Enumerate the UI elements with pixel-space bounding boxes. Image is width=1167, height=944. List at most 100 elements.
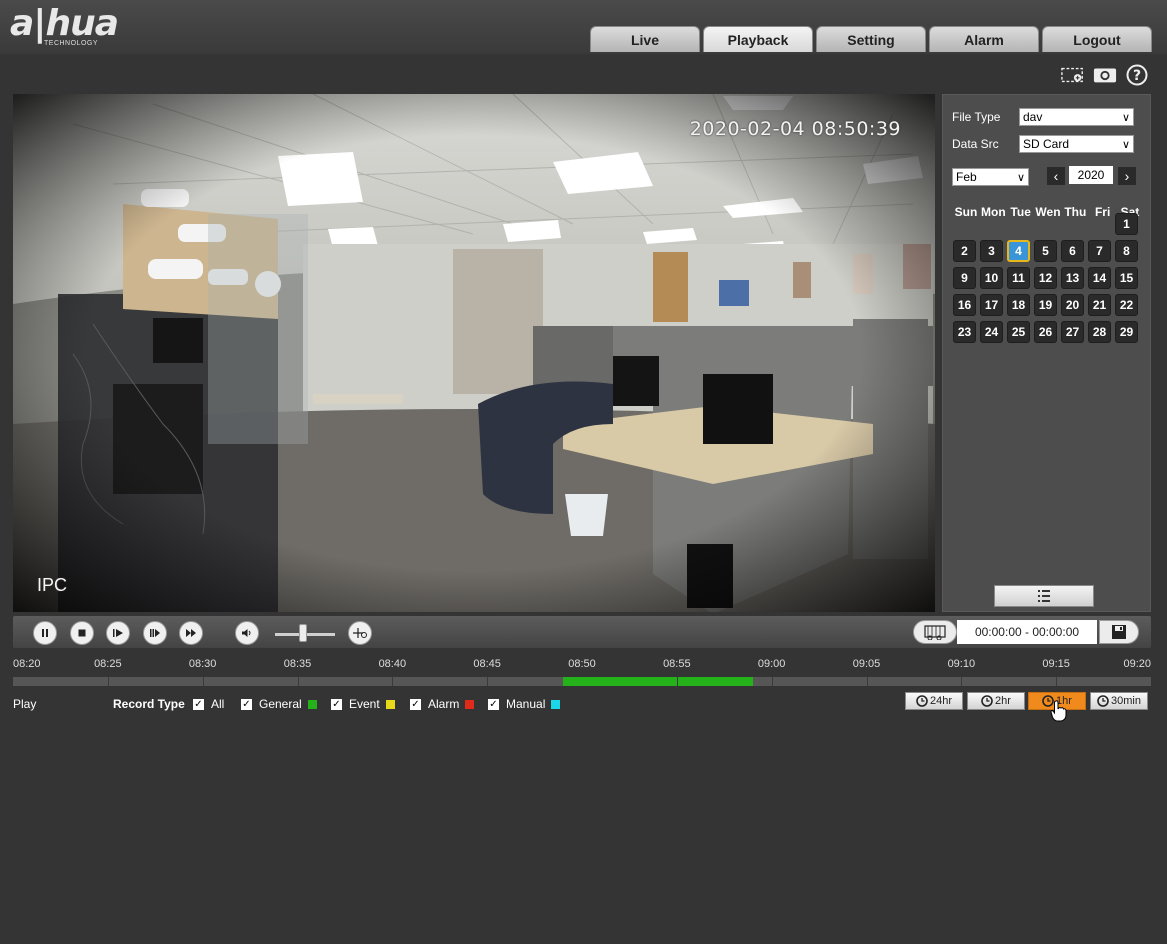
file-type-select[interactable]: dav ∨ — [1019, 108, 1134, 126]
timeline-tick-label: 08:50 — [568, 658, 596, 670]
checkbox-icon[interactable]: ✓ — [241, 698, 252, 710]
timeline-tick-label: 08:55 — [663, 658, 691, 670]
checkbox-icon[interactable]: ✓ — [193, 698, 204, 710]
weekday-label: Sun — [954, 205, 978, 219]
calendar-day[interactable]: 11 — [1007, 267, 1030, 289]
calendar-day[interactable]: 23 — [953, 321, 976, 343]
calendar-day[interactable]: 9 — [953, 267, 976, 289]
pause-button[interactable] — [33, 621, 57, 645]
weekday-label: Wen — [1035, 205, 1061, 219]
timeline-recording-segment[interactable] — [563, 677, 753, 686]
record-type-label: Record Type — [113, 697, 185, 711]
record-type-general[interactable]: ✓ General — [241, 697, 317, 711]
calendar-day[interactable]: 27 — [1061, 321, 1084, 343]
file-list-button[interactable] — [994, 585, 1094, 607]
calendar-day[interactable]: 19 — [1034, 294, 1057, 316]
calendar-day[interactable]: 17 — [980, 294, 1003, 316]
zoom-24hr-button[interactable]: 24hr — [905, 692, 963, 710]
calendar-day[interactable]: 10 — [980, 267, 1003, 289]
chevron-down-icon: ∨ — [1016, 172, 1025, 184]
header: a|hua TECHNOLOGY Live Playback Setting A… — [0, 0, 1167, 54]
svg-text:?: ? — [1133, 68, 1141, 84]
record-type-all[interactable]: ✓ All — [193, 697, 224, 711]
checkbox-icon[interactable]: ✓ — [410, 698, 421, 710]
checkbox-icon[interactable]: ✓ — [331, 698, 342, 710]
calendar-day[interactable]: 14 — [1088, 267, 1111, 289]
calendar-day[interactable]: 5 — [1034, 240, 1057, 262]
calendar-day[interactable]: 2 — [953, 240, 976, 262]
help-icon[interactable]: ? — [1125, 64, 1149, 86]
calendar-day[interactable]: 3 — [980, 240, 1003, 262]
month-value: Feb — [956, 170, 977, 184]
timeline-bar[interactable] — [13, 677, 1151, 686]
timeline-tick — [107, 677, 109, 686]
calendar-day[interactable]: 15 — [1115, 267, 1138, 289]
save-clip-button[interactable] — [1099, 620, 1139, 644]
calendar-day[interactable]: 24 — [980, 321, 1003, 343]
slow-play-button[interactable] — [143, 621, 167, 645]
fast-forward-icon — [186, 629, 196, 637]
data-src-select[interactable]: SD Card ∨ — [1019, 135, 1134, 153]
tab-logout[interactable]: Logout — [1042, 26, 1152, 52]
year-field[interactable]: 2020 — [1069, 166, 1113, 184]
month-select[interactable]: Feb ∨ — [952, 168, 1029, 186]
calendar-day[interactable]: 12 — [1034, 267, 1057, 289]
zoom-region-icon[interactable] — [1061, 64, 1085, 86]
calendar-day[interactable]: 26 — [1034, 321, 1057, 343]
logo-text: a|hua — [10, 3, 119, 44]
volume-slider-handle[interactable] — [299, 624, 307, 642]
zoom-30min-button[interactable]: 30min — [1090, 692, 1148, 710]
calendar-day[interactable]: 1 — [1115, 213, 1138, 235]
calendar-day[interactable]: 20 — [1061, 294, 1084, 316]
timeline-tick — [297, 677, 299, 686]
video-player[interactable]: 2020-02-04 08:50:39 IPC — [13, 94, 935, 612]
zoom-2hr-label: 2hr — [995, 695, 1011, 707]
manual-color-swatch — [551, 699, 561, 709]
calendar-day[interactable]: 22 — [1115, 294, 1138, 316]
calendar-day[interactable]: 25 — [1007, 321, 1030, 343]
calendar-day[interactable]: 29 — [1115, 321, 1138, 343]
stop-button[interactable] — [70, 621, 94, 645]
timeline-tick — [1056, 677, 1058, 686]
calendar-day[interactable]: 4 — [1007, 240, 1030, 262]
video-timestamp: 2020-02-04 08:50:39 — [689, 118, 901, 140]
timeline-tick-label: 08:30 — [188, 658, 217, 670]
timeline-tick — [961, 677, 963, 686]
tab-alarm[interactable]: Alarm — [929, 26, 1039, 52]
snapshot-icon[interactable] — [1093, 64, 1117, 86]
event-color-swatch — [385, 699, 395, 709]
zoom-24hr-label: 24hr — [929, 695, 953, 707]
digital-zoom-button[interactable] — [348, 621, 372, 645]
tab-setting[interactable]: Setting — [816, 26, 926, 52]
move-zoom-icon — [353, 628, 367, 638]
record-type-alarm[interactable]: ✓ Alarm — [410, 697, 475, 711]
checkbox-icon[interactable]: ✓ — [488, 698, 499, 710]
fast-forward-button[interactable] — [179, 621, 203, 645]
prev-year-button[interactable]: ‹ — [1047, 167, 1065, 185]
timeline-tick-label: 09:00 — [757, 658, 786, 670]
calendar-day[interactable]: 7 — [1088, 240, 1111, 262]
calendar-day[interactable]: 28 — [1088, 321, 1111, 343]
clip-button[interactable] — [913, 620, 957, 644]
zoom-2hr-button[interactable]: 2hr — [967, 692, 1025, 710]
record-type-manual[interactable]: ✓ Manual — [488, 697, 561, 711]
calendar-day[interactable]: 13 — [1061, 267, 1084, 289]
weekday-label: Mon — [981, 205, 1006, 219]
tab-playback[interactable]: Playback — [703, 26, 813, 52]
volume-button[interactable] — [235, 621, 259, 645]
film-clip-icon — [924, 625, 946, 640]
file-type-value: dav — [1023, 110, 1043, 124]
tab-live[interactable]: Live — [590, 26, 700, 52]
play-frame-button[interactable] — [106, 621, 130, 645]
clip-time-range[interactable]: 00:00:00 - 00:00:00 — [957, 620, 1097, 644]
calendar-day[interactable]: 6 — [1061, 240, 1084, 262]
calendar-day[interactable]: 8 — [1115, 240, 1138, 262]
data-src-label: Data Src — [952, 137, 999, 151]
calendar-day[interactable]: 16 — [953, 294, 976, 316]
record-type-manual-label: Manual — [506, 697, 546, 711]
general-color-swatch — [307, 699, 317, 709]
calendar-day[interactable]: 21 — [1088, 294, 1111, 316]
next-year-button[interactable]: › — [1118, 167, 1136, 185]
record-type-event[interactable]: ✓ Event — [331, 697, 395, 711]
calendar-day[interactable]: 18 — [1007, 294, 1030, 316]
